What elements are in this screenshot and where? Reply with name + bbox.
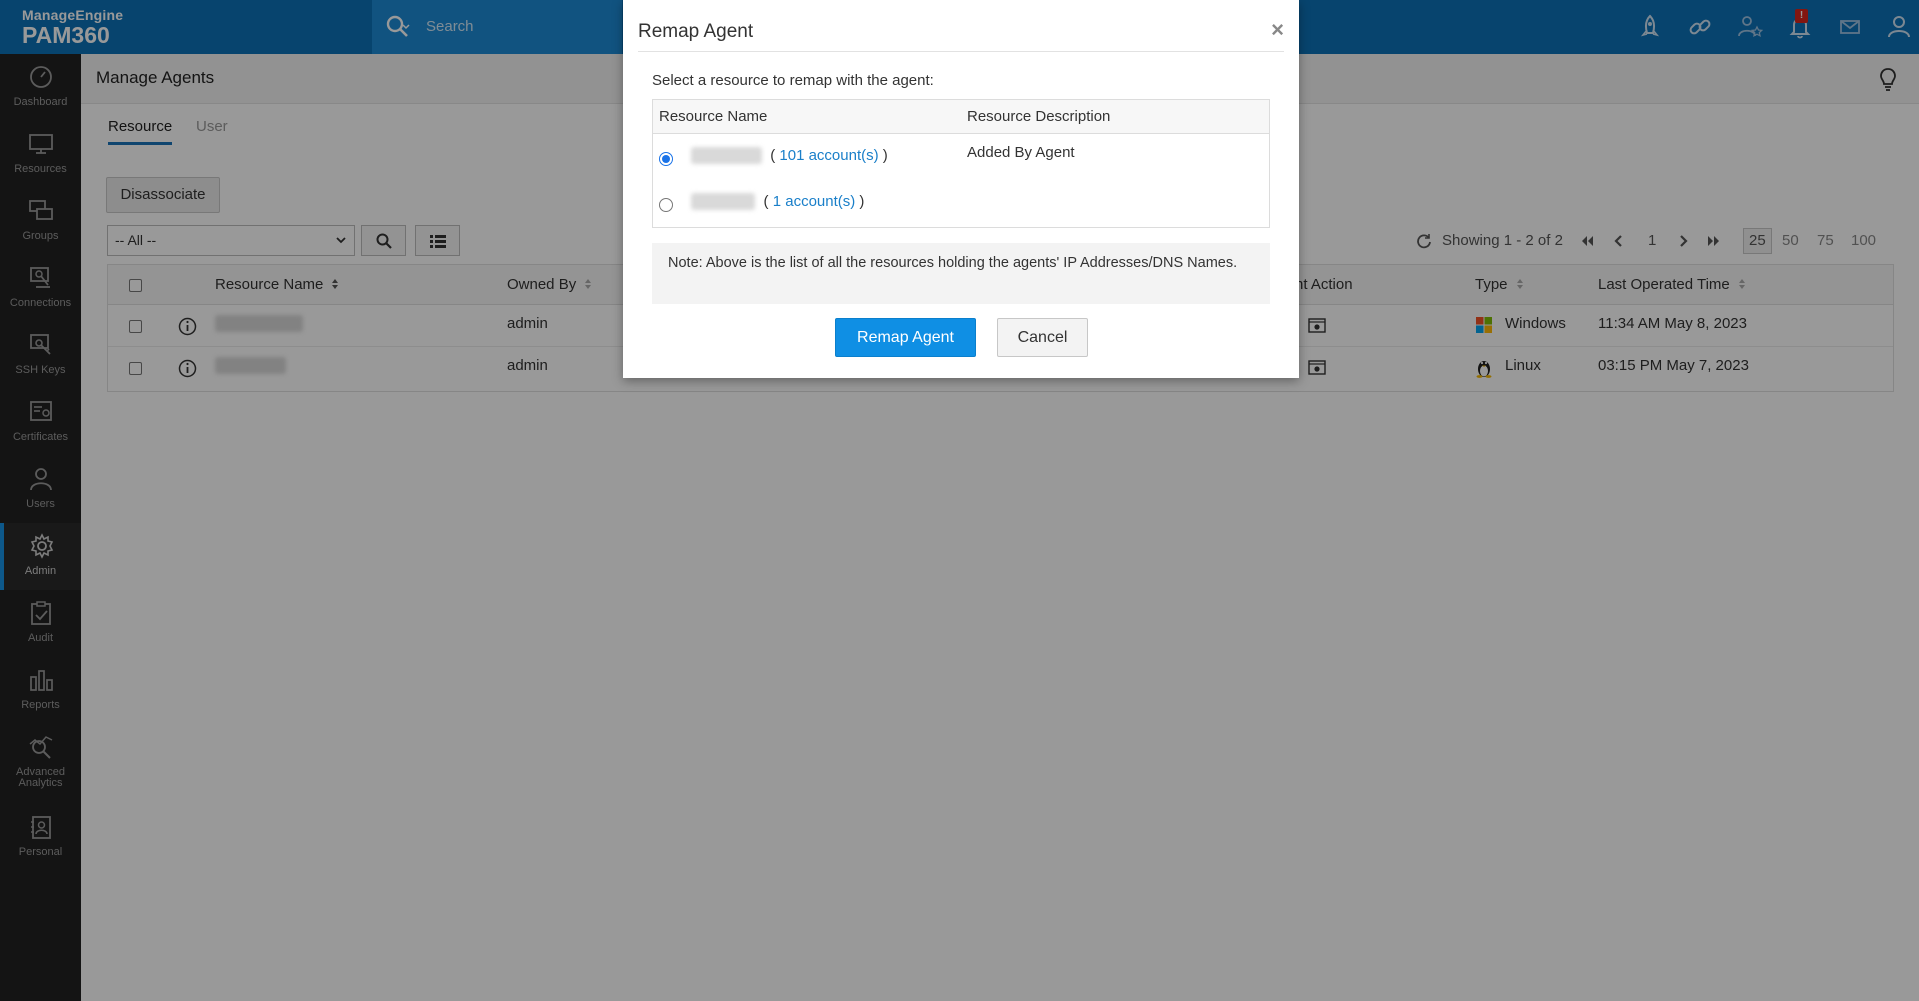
remap-agent-button[interactable]: Remap Agent	[835, 318, 976, 357]
resource-option[interactable]: linux-chat ( 1 account(s) )	[691, 193, 864, 210]
dialog-note: Note: Above is the list of all the resou…	[652, 243, 1270, 304]
dialog-title: Remap Agent	[638, 21, 754, 42]
resource-table-header: Resource Name Resource Description	[653, 100, 1269, 134]
resource-radio-selected[interactable]	[659, 152, 673, 166]
resource-radio[interactable]	[659, 198, 673, 212]
accounts-link[interactable]: 101 account(s)	[779, 147, 878, 164]
resource-selection-table: Resource Name Resource Description pmp-s…	[652, 99, 1270, 228]
dialog-header: Remap Agent ×	[638, 0, 1284, 52]
resource-option[interactable]: pmp-sent7 ( 101 account(s) )	[691, 147, 888, 164]
accounts-link[interactable]: 1 account(s)	[773, 193, 856, 210]
cancel-button[interactable]: Cancel	[997, 318, 1088, 357]
close-icon[interactable]: ×	[1271, 17, 1284, 43]
remap-agent-dialog: Remap Agent × Select a resource to remap…	[623, 0, 1299, 378]
resource-name: pmp-sent7	[691, 147, 762, 164]
column-resource-name: Resource Name	[659, 108, 768, 125]
dialog-prompt: Select a resource to remap with the agen…	[652, 72, 934, 89]
resource-description: Added By Agent	[967, 144, 1075, 161]
column-resource-description: Resource Description	[967, 108, 1111, 125]
resource-name: linux-chat	[691, 193, 756, 210]
